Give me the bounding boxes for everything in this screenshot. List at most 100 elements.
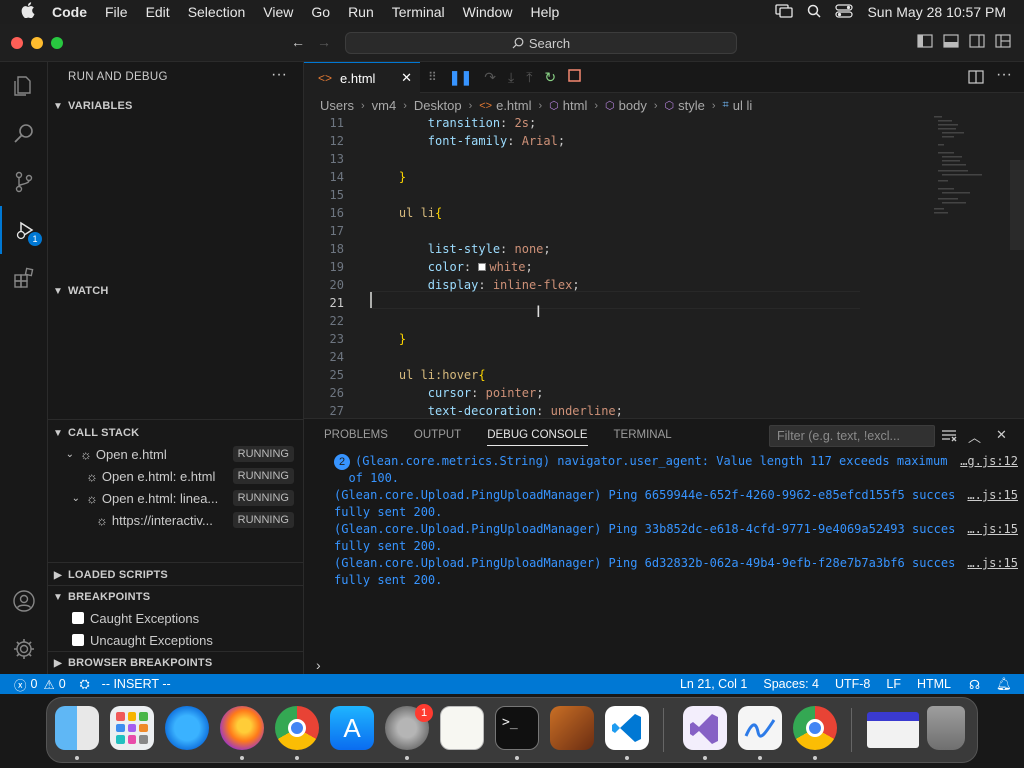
- end-of-line[interactable]: LF: [886, 677, 901, 691]
- source-link[interactable]: ….js:15: [967, 521, 1018, 538]
- call-stack-item[interactable]: ☼ https://interactiv... RUNNING: [48, 509, 304, 531]
- search-icon[interactable]: [0, 110, 48, 158]
- more-actions-icon[interactable]: ···: [996, 66, 1012, 84]
- menubar-clock[interactable]: Sun May 28 10:57 PM: [867, 4, 1006, 20]
- accounts-icon[interactable]: [0, 577, 48, 625]
- warnings-icon[interactable]: ⚠: [43, 677, 54, 692]
- minimap[interactable]: [924, 114, 996, 224]
- color-swatch[interactable]: [478, 263, 487, 271]
- textedit-icon[interactable]: [440, 706, 484, 750]
- debug-session-icon[interactable]: ⛭: [80, 677, 90, 692]
- recent-window-thumbnail[interactable]: [867, 712, 919, 748]
- menu-go[interactable]: Go: [311, 4, 330, 20]
- section-breakpoints[interactable]: ▼ BREAKPOINTS: [48, 586, 304, 608]
- close-icon[interactable]: ✕: [401, 70, 412, 86]
- finder-icon[interactable]: [55, 706, 99, 750]
- menubar-app-name[interactable]: Code: [52, 4, 87, 20]
- console-prompt-icon[interactable]: ›: [316, 657, 321, 673]
- breadcrumb-item[interactable]: vm4: [372, 98, 397, 113]
- window-close-button[interactable]: [11, 37, 23, 49]
- tab-problems[interactable]: PROBLEMS: [324, 429, 388, 446]
- breadcrumb-item[interactable]: html: [563, 98, 588, 113]
- warnings-count[interactable]: 0: [59, 677, 66, 691]
- caught-exceptions-checkbox[interactable]: [72, 612, 84, 624]
- garageband-icon[interactable]: [550, 706, 594, 750]
- restart-icon[interactable]: ↻: [544, 69, 556, 86]
- feedback-icon[interactable]: ☊: [969, 677, 980, 692]
- source-link[interactable]: ….js:15: [967, 487, 1018, 504]
- toggle-panel-icon[interactable]: [943, 34, 959, 50]
- explorer-icon[interactable]: [0, 62, 48, 110]
- menu-help[interactable]: Help: [530, 4, 559, 20]
- pause-icon[interactable]: ❚❚: [449, 69, 472, 86]
- launchpad-icon[interactable]: [110, 706, 154, 750]
- extensions-icon[interactable]: [0, 254, 48, 302]
- back-arrow-icon[interactable]: ←: [290, 34, 306, 50]
- menu-selection[interactable]: Selection: [188, 4, 246, 20]
- control-center-icon[interactable]: [835, 3, 854, 21]
- call-stack-item[interactable]: ⌄ ☼ Open e.html RUNNING: [48, 443, 304, 465]
- section-watch[interactable]: ▼ WATCH: [48, 280, 304, 302]
- uncaught-exceptions-row[interactable]: Uncaught Exceptions: [72, 629, 213, 651]
- step-out-icon[interactable]: ⤒: [526, 69, 532, 86]
- step-over-icon[interactable]: ↷: [484, 69, 496, 86]
- uncaught-exceptions-checkbox[interactable]: [72, 634, 84, 646]
- tab-debug-console[interactable]: DEBUG CONSOLE: [487, 429, 588, 446]
- breadcrumb-item[interactable]: body: [619, 98, 647, 113]
- menu-view[interactable]: View: [263, 4, 293, 20]
- code-editor[interactable]: 11 transition: 2s; 12 font-family: Arial;…: [304, 114, 1024, 418]
- call-stack-item[interactable]: ☼ Open e.html: e.html RUNNING: [48, 465, 304, 487]
- tab-terminal[interactable]: TERMINAL: [614, 429, 672, 446]
- toggle-primary-sidebar-icon[interactable]: [917, 34, 933, 50]
- source-link[interactable]: ….js:15: [967, 555, 1018, 572]
- cursor-position[interactable]: Ln 21, Col 1: [680, 677, 747, 691]
- vscode-icon[interactable]: [605, 706, 649, 750]
- tab-e-html[interactable]: <> e.html ✕: [304, 62, 420, 93]
- more-actions-icon[interactable]: ···: [271, 66, 287, 84]
- window-zoom-button[interactable]: [51, 37, 63, 49]
- menu-edit[interactable]: Edit: [146, 4, 170, 20]
- notifications-bell-icon[interactable]: 🔔︎: [996, 677, 1012, 692]
- section-browser-breakpoints[interactable]: ▶ BROWSER BREAKPOINTS: [48, 652, 304, 674]
- maximize-panel-icon[interactable]: ︿: [968, 427, 981, 446]
- apple-menu-icon[interactable]: [18, 2, 38, 22]
- safari-icon[interactable]: [165, 706, 209, 750]
- breadcrumb-item[interactable]: ul li: [733, 98, 753, 113]
- errors-count[interactable]: 0: [31, 677, 38, 691]
- breadcrumb-item[interactable]: style: [678, 98, 705, 113]
- freeform-icon[interactable]: [738, 706, 782, 750]
- errors-icon[interactable]: ⓧ: [14, 675, 27, 694]
- trash-icon[interactable]: [927, 706, 965, 750]
- breadcrumb-item[interactable]: Users: [320, 98, 354, 113]
- step-into-icon[interactable]: ⤓: [508, 69, 514, 86]
- run-and-debug-icon[interactable]: 1: [0, 206, 48, 254]
- section-loaded-scripts[interactable]: ▶ LOADED SCRIPTS: [48, 564, 304, 586]
- stop-icon[interactable]: [568, 69, 581, 85]
- scrollbar-thumb[interactable]: [1010, 160, 1024, 250]
- app-store-icon[interactable]: A: [330, 706, 374, 750]
- drag-handle-icon[interactable]: ⠿: [428, 70, 437, 84]
- close-panel-icon[interactable]: ✕: [996, 427, 1007, 443]
- screen-mirroring-icon[interactable]: [775, 3, 794, 21]
- clear-console-icon[interactable]: [941, 428, 957, 445]
- tab-output[interactable]: OUTPUT: [414, 429, 461, 446]
- forward-arrow-icon[interactable]: →: [316, 34, 332, 50]
- caught-exceptions-row[interactable]: Caught Exceptions: [72, 607, 199, 629]
- firefox-icon[interactable]: [220, 706, 264, 750]
- call-stack-item[interactable]: ⌄ ☼ Open e.html: linea... RUNNING: [48, 487, 304, 509]
- indentation[interactable]: Spaces: 4: [763, 677, 819, 691]
- terminal-icon[interactable]: >_: [495, 706, 539, 750]
- menu-window[interactable]: Window: [463, 4, 513, 20]
- breadcrumb-item[interactable]: Desktop: [414, 98, 462, 113]
- toggle-secondary-sidebar-icon[interactable]: [969, 34, 985, 50]
- manage-gear-icon[interactable]: [0, 625, 48, 673]
- source-link[interactable]: …g.js:12: [960, 453, 1018, 470]
- menu-run[interactable]: Run: [348, 4, 374, 20]
- split-editor-icon[interactable]: [968, 70, 984, 87]
- section-call-stack[interactable]: ▼ CALL STACK: [48, 422, 304, 444]
- menu-file[interactable]: File: [105, 4, 128, 20]
- section-variables[interactable]: ▼ VARIABLES: [48, 95, 304, 117]
- chrome-icon[interactable]: [275, 706, 319, 750]
- customize-layout-icon[interactable]: [995, 34, 1011, 50]
- breadcrumb-item[interactable]: e.html: [496, 98, 531, 113]
